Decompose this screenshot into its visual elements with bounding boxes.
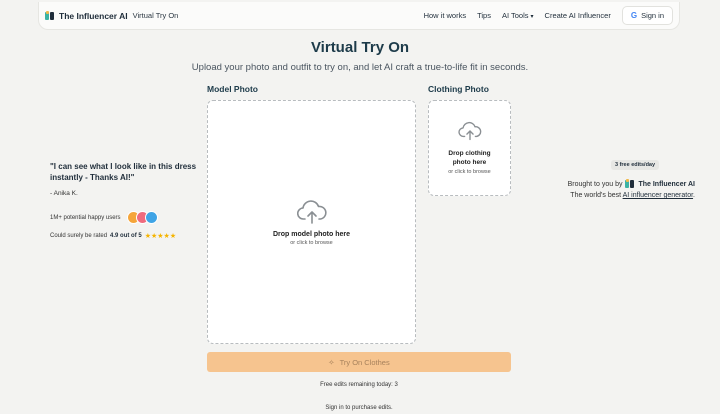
- try-on-label: Try On Clothes: [339, 357, 390, 367]
- brand-logo[interactable]: The Influencer AI: [45, 10, 128, 21]
- google-icon: G: [630, 11, 638, 20]
- avatar-group: [126, 211, 158, 224]
- brand-name: The Influencer AI: [59, 10, 128, 21]
- clothing-drop-title-line1: Drop clothing: [448, 150, 491, 157]
- avatar: [144, 211, 158, 224]
- testimonial-quote: "I can see what I look like in this dres…: [50, 162, 197, 182]
- worlds-suffix: .: [693, 192, 695, 199]
- cloud-upload-icon: [296, 199, 327, 224]
- sparkle-icon: ✧: [328, 357, 335, 367]
- rating-value: 4.9 out of 5: [110, 233, 142, 239]
- nav-menu: How it works Tips AI Tools ▾ Create AI In…: [424, 6, 673, 25]
- header-subtitle: Virtual Try On: [132, 11, 179, 20]
- cloud-upload-icon: [457, 121, 481, 141]
- brought-by: Brought to you by The Influencer AI: [568, 179, 695, 189]
- nav-ai-tools-label: AI Tools: [501, 11, 529, 20]
- clothing-drop-title: Drop clothing photo here: [448, 149, 490, 167]
- clothing-photo-label: Clothing Photo: [428, 84, 489, 94]
- happy-users: 1M+ potential happy users: [50, 211, 158, 224]
- try-on-clothes-button[interactable]: ✧ Try On Clothes: [207, 352, 511, 372]
- rating: Could surely be rated 4.9 out of 5 ★★★★★: [50, 232, 176, 240]
- ai-influencer-generator-link[interactable]: AI influencer generator: [623, 192, 693, 199]
- top-navbar: The Influencer AI Virtual Try On How it …: [38, 2, 680, 30]
- clothing-photo-dropzone[interactable]: Drop clothing photo here or click to bro…: [428, 100, 511, 196]
- sign-in-button[interactable]: G Sign in: [621, 6, 673, 25]
- nav-create-ai-influencer[interactable]: Create AI Influencer: [545, 11, 611, 20]
- nav-ai-tools[interactable]: AI Tools ▾: [502, 11, 534, 20]
- model-drop-title: Drop model photo here: [273, 230, 350, 238]
- worlds-best: The world's best AI influencer generator…: [570, 192, 695, 199]
- model-drop-sub: or click to browse: [290, 239, 333, 246]
- clothing-drop-title-line2: photo here: [452, 159, 487, 166]
- logo-icon: [625, 179, 635, 189]
- nav-how-it-works[interactable]: How it works: [424, 11, 467, 20]
- logo-icon: [45, 10, 55, 21]
- page-title: Virtual Try On: [310, 39, 410, 56]
- star-rating-icon: ★★★★★: [144, 233, 177, 240]
- model-photo-dropzone[interactable]: Drop model photo here or click to browse: [207, 100, 416, 344]
- worlds-prefix: The world's best: [570, 192, 622, 199]
- testimonial-author: - Anika K.: [50, 190, 78, 197]
- clothing-drop-sub: or click to browse: [448, 169, 491, 175]
- brought-prefix: Brought to you by: [567, 180, 623, 188]
- model-photo-label: Model Photo: [207, 84, 258, 94]
- purchase-edits-text: Sign in to purchase edits.: [325, 405, 393, 411]
- sign-in-label: Sign in: [641, 11, 664, 20]
- page-lead: Upload your photo and outfit to try on, …: [191, 62, 529, 73]
- rating-prefix: Could surely be rated: [50, 233, 108, 239]
- free-edits-remaining: Free edits remaining today: 3: [320, 382, 398, 388]
- free-edits-badge: 3 free edits/day: [611, 160, 660, 170]
- nav-tips[interactable]: Tips: [477, 11, 491, 20]
- happy-users-text: 1M+ potential happy users: [50, 214, 121, 221]
- brought-brand[interactable]: The Influencer AI: [638, 181, 695, 188]
- chevron-down-icon: ▾: [530, 14, 534, 20]
